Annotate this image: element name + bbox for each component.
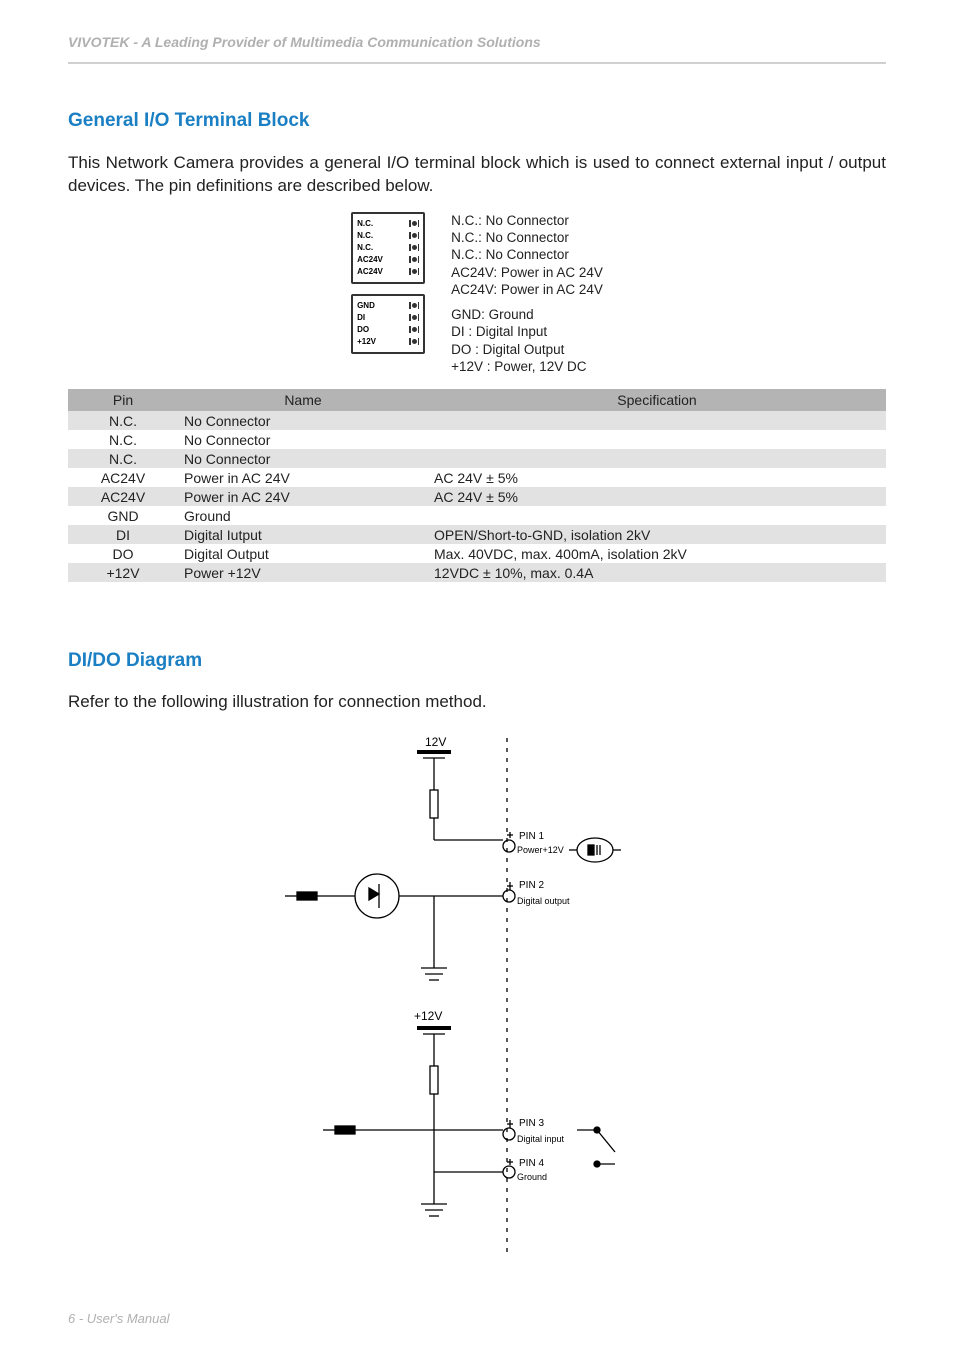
conn1-row-label: AC24V [357, 266, 409, 278]
table-cell-pin: DI [68, 525, 178, 544]
table-cell-pin: DO [68, 544, 178, 563]
conn1-row-label: N.C. [357, 242, 409, 254]
th-pin: Pin [68, 389, 178, 411]
th-name: Name [178, 389, 428, 411]
conn-hole-icon [409, 302, 419, 309]
conn2-row-label: DO [357, 324, 409, 336]
table-row: N.C.No Connector [68, 430, 886, 449]
dido-intro-text: Refer to the following illustration for … [68, 692, 886, 712]
table-cell-pin: GND [68, 506, 178, 525]
section-title-dido: DI/DO Diagram [68, 650, 886, 672]
label-pin2-sub: Digital output [517, 896, 570, 906]
table-cell-name: Digital Iutput [178, 525, 428, 544]
table-cell-spec: AC 24V ± 5% [428, 487, 886, 506]
conn1-row-label: AC24V [357, 254, 409, 266]
pin-table: Pin Name Specification N.C.No ConnectorN… [68, 389, 886, 582]
page-header: VIVOTEK - A Leading Provider of Multimed… [68, 28, 886, 64]
table-cell-spec [428, 430, 886, 449]
table-cell-spec: 12VDC ± 10%, max. 0.4A [428, 563, 886, 582]
table-cell-name: Power in AC 24V [178, 487, 428, 506]
table-row: N.C.No Connector [68, 449, 886, 468]
label-pin2: PIN 2 [519, 880, 544, 891]
connector-descriptions: N.C.: No Connector N.C.: No Connector N.… [451, 212, 603, 375]
conn-desc-line: DI : Digital Input [451, 323, 603, 340]
conn-hole-icon [409, 244, 419, 251]
conn-desc-line: +12V : Power, 12V DC [451, 358, 603, 375]
section-title-io: General I/O Terminal Block [68, 110, 886, 132]
conn-desc-line: DO : Digital Output [451, 341, 603, 358]
conn-desc-line: AC24V: Power in AC 24V [451, 264, 603, 281]
table-cell-name: No Connector [178, 430, 428, 449]
connector-block-1: N.C. N.C. N.C. AC24V AC24V [351, 212, 425, 284]
conn-hole-icon [409, 314, 419, 321]
table-cell-spec: AC 24V ± 5% [428, 468, 886, 487]
table-cell-name: Ground [178, 506, 428, 525]
table-cell-spec [428, 411, 886, 430]
table-row: DODigital OutputMax. 40VDC, max. 400mA, … [68, 544, 886, 563]
table-cell-spec: OPEN/Short-to-GND, isolation 2kV [428, 525, 886, 544]
conn2-row-label: +12V [357, 336, 409, 348]
table-cell-pin: +12V [68, 563, 178, 582]
table-row: GNDGround [68, 506, 886, 525]
dido-diagram: 12V PIN 1 Power+12V [68, 732, 886, 1262]
table-cell-spec: Max. 40VDC, max. 400mA, isolation 2kV [428, 544, 886, 563]
conn2-row-label: DI [357, 312, 409, 324]
table-cell-name: Power +12V [178, 563, 428, 582]
table-row: +12VPower +12V12VDC ± 10%, max. 0.4A [68, 563, 886, 582]
conn1-row-label: N.C. [357, 218, 409, 230]
table-cell-name: No Connector [178, 411, 428, 430]
conn-desc-line: GND: Ground [451, 306, 603, 323]
conn-hole-icon [409, 326, 419, 333]
conn-desc-line: N.C.: No Connector [451, 246, 603, 263]
label-pin1-sub: Power+12V [517, 845, 564, 855]
table-cell-name: No Connector [178, 449, 428, 468]
table-cell-pin: AC24V [68, 468, 178, 487]
conn-desc-line: N.C.: No Connector [451, 229, 603, 246]
label-pin3: PIN 3 [519, 1118, 544, 1129]
table-cell-spec [428, 506, 886, 525]
conn1-row-label: N.C. [357, 230, 409, 242]
label-pin1: PIN 1 [519, 831, 544, 842]
conn2-row-label: GND [357, 300, 409, 312]
conn-hole-icon [409, 232, 419, 239]
page-footer: 6 - User's Manual [68, 1311, 169, 1326]
table-cell-spec [428, 449, 886, 468]
table-cell-pin: AC24V [68, 487, 178, 506]
label-pin4-sub: Ground [517, 1172, 547, 1182]
table-cell-name: Digital Output [178, 544, 428, 563]
conn-desc-line: AC24V: Power in AC 24V [451, 281, 603, 298]
table-row: AC24VPower in AC 24VAC 24V ± 5% [68, 487, 886, 506]
table-cell-pin: N.C. [68, 411, 178, 430]
label-pin4: PIN 4 [519, 1158, 544, 1169]
label-pin3-sub: Digital input [517, 1134, 565, 1144]
table-cell-pin: N.C. [68, 449, 178, 468]
conn-desc-line: N.C.: No Connector [451, 212, 603, 229]
th-spec: Specification [428, 389, 886, 411]
connector-block-2: GND DI DO +12V [351, 294, 425, 354]
table-row: N.C.No Connector [68, 411, 886, 430]
label-12v-mid: +12V [414, 1009, 442, 1023]
conn-hole-icon [409, 268, 419, 275]
table-row: DIDigital IutputOPEN/Short-to-GND, isola… [68, 525, 886, 544]
io-intro-text: This Network Camera provides a general I… [68, 152, 886, 198]
connector-area: N.C. N.C. N.C. AC24V AC24V GND DI DO +12… [68, 212, 886, 375]
conn-hole-icon [409, 338, 419, 345]
table-cell-name: Power in AC 24V [178, 468, 428, 487]
conn-hole-icon [409, 256, 419, 263]
table-cell-pin: N.C. [68, 430, 178, 449]
connector-diagrams: N.C. N.C. N.C. AC24V AC24V GND DI DO +12… [351, 212, 425, 375]
table-row: AC24VPower in AC 24VAC 24V ± 5% [68, 468, 886, 487]
label-12v-top: 12V [425, 735, 446, 749]
conn-hole-icon [409, 220, 419, 227]
